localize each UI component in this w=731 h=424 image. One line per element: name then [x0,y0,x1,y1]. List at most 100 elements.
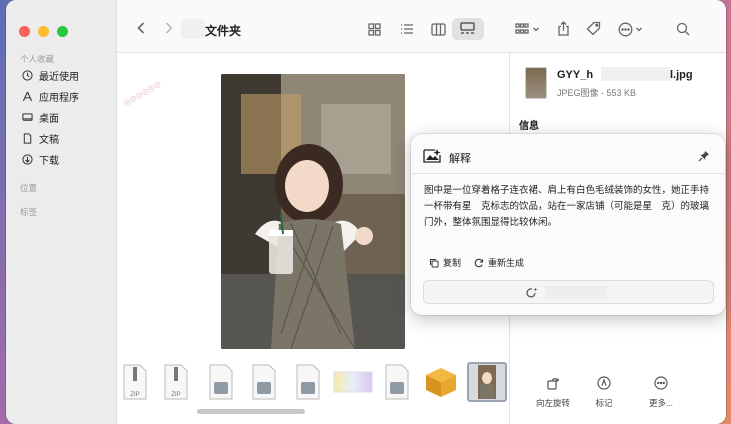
info-section-title: 信息 [519,121,539,132]
sidebar-section-locations: 位置 [20,183,38,193]
disk-image-icon [252,364,276,400]
view-columns-button[interactable] [430,22,446,36]
chevron-down-icon [635,27,642,32]
download-icon [22,153,33,165]
applications-icon [22,91,33,101]
sidebar-section-tags: 标签 [20,207,38,217]
sidebar-item-recents[interactable]: 最近使用 [22,67,79,83]
sidebar-item-label: 下载 [39,155,59,167]
columns-view-icon [430,22,446,36]
folder-icon-placeholder [181,19,205,39]
chevron-right-icon [165,22,173,34]
file-meta: JPEG图像 - 553 KB [557,88,637,98]
action-menu-button[interactable] [615,21,645,37]
horizontal-scrollbar[interactable] [197,409,305,414]
popover-divider [411,173,725,174]
follow-up-input[interactable] [423,280,714,304]
disk-image-icon [385,364,409,400]
markup-button[interactable]: 标记 [577,375,631,409]
view-icons-button[interactable] [367,22,381,36]
explain-popover: 解释 图中是一位穿着格子连衣裙、肩上有白色毛绒装饰的女性，她正手持一杯带有星 克… [411,134,725,315]
preview-photo[interactable] [221,74,405,349]
filmstrip-thumb[interactable] [250,364,280,400]
filmstrip-thumb[interactable] [207,364,237,400]
sidebar-item-applications[interactable]: 应用程序 [22,88,79,104]
filmstrip-thumb[interactable] [423,364,459,400]
regenerate-label: 重新生成 [488,258,525,268]
thumb-label: ZIP [171,392,180,398]
disk-image-icon [296,364,320,400]
filmstrip-thumb[interactable]: ZIP [163,364,193,400]
ellipsis-circle-icon [618,22,632,36]
view-gallery-button[interactable] [452,18,484,40]
window-controls [19,26,68,37]
share-icon [557,20,569,36]
more-button[interactable]: 更多... [634,375,688,409]
markup-icon [597,376,611,390]
input-redacted [545,286,607,299]
share-button[interactable] [555,20,571,36]
gallery-view-icon [460,22,475,34]
photo-thumb-icon [478,365,496,399]
rotate-left-button[interactable]: 向左旋转 [526,375,580,409]
close-button[interactable] [19,26,30,37]
file-name-extension: l.jpg [670,69,693,81]
sidebar-item-downloads[interactable]: 下载 [22,151,59,167]
clock-icon [22,69,33,81]
more-label: 更多... [648,398,674,408]
markup-label: 标记 [595,398,613,408]
group-grid-icon [514,23,529,34]
popover-title: 解释 [449,153,471,165]
pin-icon[interactable] [698,150,710,162]
rotate-left-icon [547,378,559,390]
filmstrip-thumb[interactable] [294,364,324,400]
regenerate-button[interactable]: 重新生成 [474,256,524,269]
sidebar-section-favorites: 个人收藏 [20,54,55,64]
search-button[interactable] [675,21,691,37]
zip-file-icon: ZIP [164,364,188,400]
search-icon [676,22,690,36]
filmstrip-thumb-selected[interactable] [467,362,507,402]
filmstrip: ZIP ZIP [117,360,509,405]
sidebar-item-label: 最近使用 [39,71,79,83]
filmstrip-thumb[interactable] [383,364,413,400]
photo-illustration [221,74,405,349]
list-view-icon [401,24,413,34]
thumb-label: ZIP [130,392,139,398]
minimize-button[interactable] [38,26,49,37]
sidebar-item-label: 桌面 [39,113,59,125]
inspector-thumbnail [525,67,547,99]
sidebar-item-label: 文稿 [39,134,59,146]
zoom-button[interactable] [57,26,68,37]
grid-view-icon [367,22,381,36]
explanation-text: 图中是一位穿着格子连衣裙、肩上有白色毛绒装饰的女性，她正手持一杯带有星 克标志的… [424,185,710,228]
chevron-down-icon [532,27,539,32]
disk-image-icon [209,364,233,400]
document-icon [23,132,32,144]
image-thumb-icon [333,371,373,393]
tag-button[interactable] [585,20,601,36]
refresh-icon [474,258,484,267]
group-button[interactable] [513,22,541,36]
filmstrip-thumb[interactable] [333,364,375,400]
copy-button[interactable]: 复制 [429,256,461,269]
more-icon [654,376,668,390]
sidebar-item-desktop[interactable]: 桌面 [22,109,59,125]
watermark: ◎◎◎◎◎◎ [121,79,163,108]
window-title: 文件夹 [205,24,242,38]
filmstrip-thumb[interactable]: ZIP [122,364,152,400]
view-list-button[interactable] [400,22,414,36]
package-icon [426,368,456,397]
file-name-redacted [601,67,671,81]
toolbar: 文件夹 [117,0,726,53]
rotate-left-label: 向左旋转 [535,398,570,408]
copy-label: 复制 [443,258,462,268]
zip-file-icon: ZIP [123,364,147,400]
sidebar-item-documents[interactable]: 文稿 [22,130,59,146]
back-button[interactable] [134,20,148,36]
desktop-icon [22,112,33,121]
file-name: GYY_h [557,69,594,81]
sidebar: 个人收藏 最近使用 应用程序 桌面 文稿 下载 位置 标签 [6,0,117,424]
tag-icon [586,21,600,35]
forward-button[interactable] [162,20,176,36]
